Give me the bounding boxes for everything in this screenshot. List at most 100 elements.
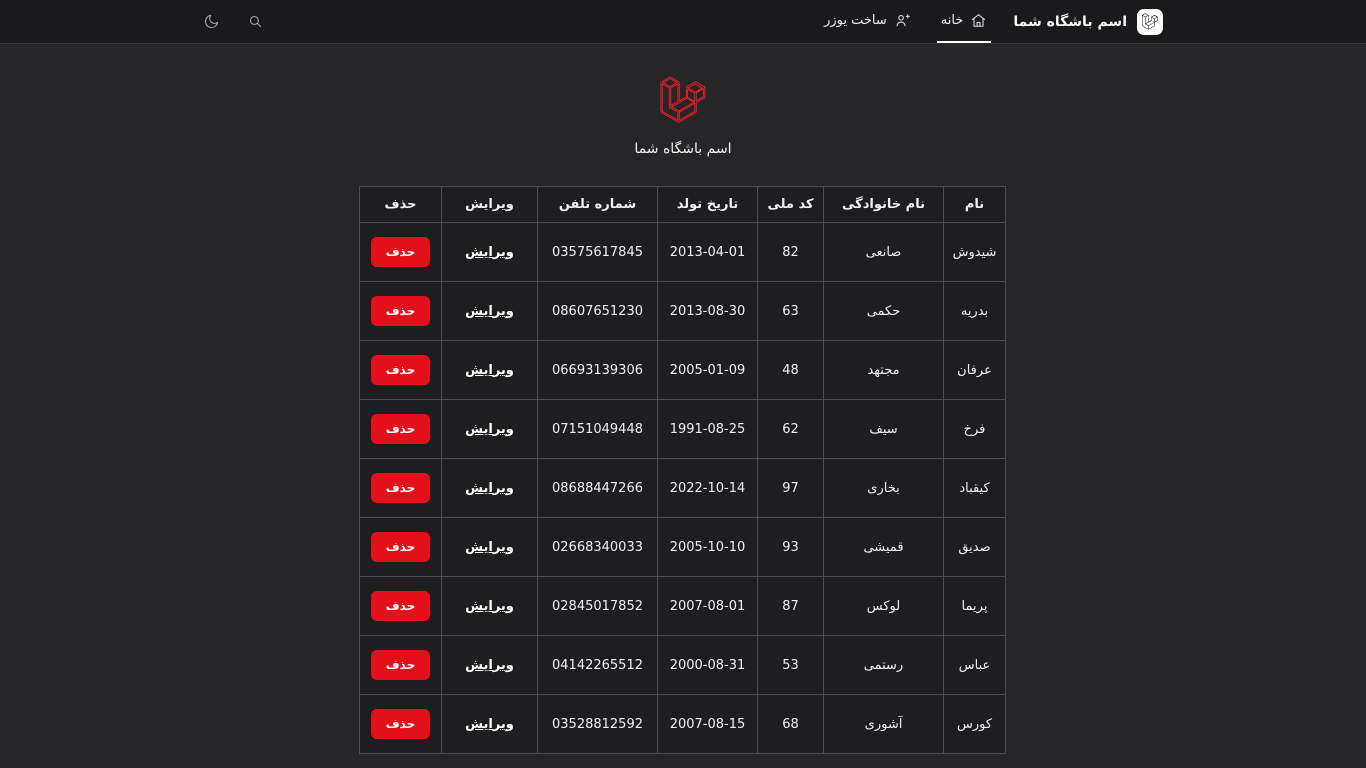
- hero-section: اسم باشگاه شما: [0, 44, 1366, 157]
- table-row: عباس رستمی 53 2000-08-31 04142265512 ویر…: [360, 636, 1006, 695]
- cell-national-code: 68: [758, 695, 824, 754]
- edit-link[interactable]: ویرایش: [465, 717, 514, 732]
- nav-tabs: خانه ساخت یوزر: [820, 0, 991, 43]
- members-table: نام نام خانوادگی کد ملی تاریخ تولد شماره…: [359, 186, 1006, 754]
- table-row: کورس آشوری 68 2007-08-15 03528812592 ویر…: [360, 695, 1006, 754]
- table-row: بدریه حکمی 63 2013-08-30 08607651230 ویر…: [360, 282, 1006, 341]
- cell-family-name: سیف: [824, 400, 944, 459]
- cell-name: شیدوش: [944, 223, 1006, 282]
- home-icon: [970, 12, 987, 29]
- cell-name: کورس: [944, 695, 1006, 754]
- cell-phone: 03528812592: [538, 695, 658, 754]
- delete-button[interactable]: حذف: [371, 296, 431, 326]
- cell-name: عرفان: [944, 341, 1006, 400]
- header-delete: حذف: [360, 187, 442, 223]
- cell-phone: 02845017852: [538, 577, 658, 636]
- delete-button[interactable]: حذف: [371, 532, 431, 562]
- cell-national-code: 82: [758, 223, 824, 282]
- table-row: صدیق قمیشی 93 2005-10-10 02668340033 ویر…: [360, 518, 1006, 577]
- edit-link[interactable]: ویرایش: [465, 481, 514, 496]
- brand[interactable]: اسم باشگاه شما: [1013, 0, 1163, 43]
- cell-national-code: 93: [758, 518, 824, 577]
- cell-national-code: 97: [758, 459, 824, 518]
- delete-button[interactable]: حذف: [371, 237, 431, 267]
- cell-name: عباس: [944, 636, 1006, 695]
- search-button[interactable]: [247, 13, 264, 30]
- search-icon: [247, 13, 264, 30]
- cell-national-code: 63: [758, 282, 824, 341]
- cell-phone: 02668340033: [538, 518, 658, 577]
- table-row: عرفان مجتهد 48 2005-01-09 06693139306 وی…: [360, 341, 1006, 400]
- edit-link[interactable]: ویرایش: [465, 658, 514, 673]
- edit-link[interactable]: ویرایش: [465, 304, 514, 319]
- cell-phone: 08607651230: [538, 282, 658, 341]
- cell-national-code: 48: [758, 341, 824, 400]
- cell-birth-date: 2007-08-15: [658, 695, 758, 754]
- cell-national-code: 53: [758, 636, 824, 695]
- edit-link[interactable]: ویرایش: [465, 540, 514, 555]
- header-name: نام: [944, 187, 1006, 223]
- cell-birth-date: 2000-08-31: [658, 636, 758, 695]
- delete-button[interactable]: حذف: [371, 709, 431, 739]
- header-edit: ویرایش: [442, 187, 538, 223]
- cell-family-name: لوکس: [824, 577, 944, 636]
- laravel-logo-badge: [1137, 9, 1163, 35]
- cell-family-name: مجتهد: [824, 341, 944, 400]
- cell-edit: ویرایش: [442, 577, 538, 636]
- cell-delete: حذف: [360, 400, 442, 459]
- table-header-row: نام نام خانوادگی کد ملی تاریخ تولد شماره…: [360, 187, 1006, 223]
- members-table-wrap: نام نام خانوادگی کد ملی تاریخ تولد شماره…: [360, 186, 1006, 754]
- cell-phone: 07151049448: [538, 400, 658, 459]
- cell-name: بدریه: [944, 282, 1006, 341]
- delete-button[interactable]: حذف: [371, 591, 431, 621]
- table-row: شیدوش صانعی 82 2013-04-01 03575617845 وی…: [360, 223, 1006, 282]
- table-row: کیقباد بخاری 97 2022-10-14 08688447266 و…: [360, 459, 1006, 518]
- navbar-right-group: اسم باشگاه شما خانه: [820, 0, 1163, 43]
- cell-birth-date: 2013-08-30: [658, 282, 758, 341]
- cell-national-code: 87: [758, 577, 824, 636]
- cell-edit: ویرایش: [442, 223, 538, 282]
- table-row: پریما لوکس 87 2007-08-01 02845017852 ویر…: [360, 577, 1006, 636]
- header-national-code: کد ملی: [758, 187, 824, 223]
- cell-delete: حذف: [360, 223, 442, 282]
- edit-link[interactable]: ویرایش: [465, 245, 514, 260]
- edit-link[interactable]: ویرایش: [465, 422, 514, 437]
- cell-delete: حذف: [360, 577, 442, 636]
- cell-family-name: صانعی: [824, 223, 944, 282]
- cell-family-name: قمیشی: [824, 518, 944, 577]
- dark-mode-toggle[interactable]: [203, 13, 220, 30]
- delete-button[interactable]: حذف: [371, 414, 431, 444]
- cell-delete: حذف: [360, 636, 442, 695]
- delete-button[interactable]: حذف: [371, 355, 431, 385]
- delete-button[interactable]: حذف: [371, 650, 431, 680]
- cell-delete: حذف: [360, 341, 442, 400]
- cell-name: فرخ: [944, 400, 1006, 459]
- cell-family-name: بخاری: [824, 459, 944, 518]
- header-phone: شماره تلفن: [538, 187, 658, 223]
- cell-edit: ویرایش: [442, 518, 538, 577]
- cell-edit: ویرایش: [442, 400, 538, 459]
- cell-delete: حذف: [360, 282, 442, 341]
- edit-link[interactable]: ویرایش: [465, 599, 514, 614]
- cell-national-code: 62: [758, 400, 824, 459]
- cell-phone: 04142265512: [538, 636, 658, 695]
- laravel-logo-icon: [1142, 13, 1158, 30]
- delete-button[interactable]: حذف: [371, 473, 431, 503]
- table-row: فرخ سیف 62 1991-08-25 07151049448 ویرایش…: [360, 400, 1006, 459]
- tab-home[interactable]: خانه: [937, 0, 992, 43]
- cell-phone: 03575617845: [538, 223, 658, 282]
- navbar-left-group: [203, 13, 264, 30]
- cell-birth-date: 1991-08-25: [658, 400, 758, 459]
- cell-edit: ویرایش: [442, 459, 538, 518]
- edit-link[interactable]: ویرایش: [465, 363, 514, 378]
- user-plus-icon: [894, 12, 911, 29]
- tab-create-user[interactable]: ساخت یوزر: [820, 0, 915, 43]
- navbar: اسم باشگاه شما خانه: [0, 0, 1366, 44]
- cell-family-name: حکمی: [824, 282, 944, 341]
- laravel-logo: [660, 76, 706, 128]
- navbar-container: اسم باشگاه شما خانه: [203, 0, 1163, 43]
- cell-name: پریما: [944, 577, 1006, 636]
- cell-birth-date: 2013-04-01: [658, 223, 758, 282]
- cell-edit: ویرایش: [442, 282, 538, 341]
- cell-phone: 06693139306: [538, 341, 658, 400]
